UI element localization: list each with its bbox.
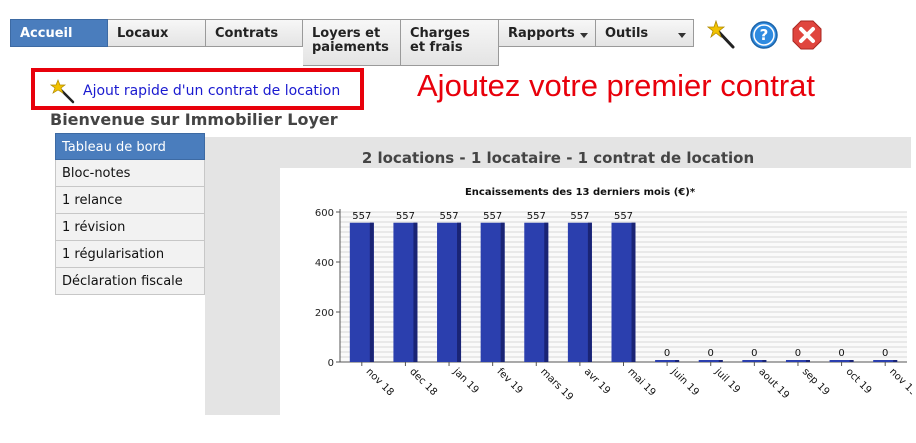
x-tick-label: dec 18	[407, 366, 439, 398]
chevron-down-icon	[678, 33, 686, 38]
x-tick-label: nov 18	[364, 366, 396, 398]
bar-value-label: 0	[664, 348, 670, 359]
bar-shade	[544, 222, 549, 362]
magic-wand-icon[interactable]	[707, 20, 737, 50]
bar-shade	[631, 222, 636, 362]
bar-value-label: 0	[795, 348, 801, 359]
bar-shade	[587, 222, 592, 362]
bar-value-label: 557	[439, 211, 458, 222]
bar-shade	[849, 360, 854, 362]
bar-shade	[762, 360, 767, 362]
x-tick-label: mars 19	[538, 366, 575, 403]
x-tick-label: juin 19	[668, 366, 701, 399]
bar-value-label: 0	[751, 348, 757, 359]
bar-value-label: 557	[352, 211, 371, 222]
bar-shade	[893, 360, 898, 362]
x-tick-label: mai 19	[625, 366, 657, 398]
help-icon[interactable]: ?	[749, 20, 779, 50]
bar-shade	[718, 360, 723, 362]
bar-value-label: 557	[396, 211, 415, 222]
x-tick-label: avr 19	[582, 366, 612, 396]
x-tick-label: aout 19	[756, 366, 791, 401]
chart-title: Encaissements des 13 derniers mois (€)*	[465, 187, 696, 198]
sidebar-item-declaration-fiscale[interactable]: Déclaration fiscale	[55, 268, 205, 295]
tab-accueil[interactable]: Accueil	[10, 19, 108, 47]
chevron-down-icon	[580, 33, 588, 38]
bar-value-label: 557	[527, 211, 546, 222]
bar-value-label: 557	[483, 211, 502, 222]
bar-shade	[413, 222, 418, 362]
page-title: Bienvenue sur Immobilier Loyer	[50, 110, 338, 129]
sidebar: Tableau de bord Bloc-notes 1 relance 1 r…	[55, 133, 205, 295]
x-tick-label: juil 19	[712, 366, 742, 396]
x-tick-label: fev 19	[495, 366, 525, 396]
bar-value-label: 0	[882, 348, 888, 359]
x-tick-label: nov 19	[887, 366, 912, 398]
tab-rapports[interactable]: Rapports	[499, 19, 596, 47]
sidebar-item-tableau-de-bord[interactable]: Tableau de bord	[55, 133, 205, 160]
encaissements-chart: Encaissements des 13 derniers mois (€)* 0…	[315, 187, 916, 403]
tab-contrats[interactable]: Contrats	[206, 19, 303, 47]
tab-outils-label: Outils	[605, 26, 649, 41]
x-tick-label: jan 19	[450, 366, 481, 397]
sidebar-item-regularisation[interactable]: 1 régularisation	[55, 241, 205, 268]
dashboard-panel: 2 locations - 1 locataire - 1 contrat de…	[205, 137, 916, 415]
bar-value-label: 557	[614, 211, 633, 222]
tab-outils[interactable]: Outils	[596, 19, 694, 47]
sidebar-item-relance[interactable]: 1 relance	[55, 187, 205, 214]
bar-shade	[457, 222, 462, 362]
quick-add-contract-link[interactable]: Ajout rapide d'un contrat de location	[83, 83, 340, 99]
y-tick-label: 600	[315, 208, 334, 219]
tab-loyers-paiements[interactable]: Loyers et paiements	[303, 19, 401, 66]
y-tick-label: 400	[315, 258, 334, 269]
bar-value-label: 0	[708, 348, 714, 359]
chart-container: Encaissements des 13 derniers mois (€)* 0…	[280, 168, 916, 415]
x-tick-label: sep 19	[800, 366, 832, 398]
tab-locaux[interactable]: Locaux	[108, 19, 206, 47]
callout-text: Ajoutez votre premier contrat	[417, 68, 816, 103]
bar-shade	[805, 360, 810, 362]
svg-text:?: ?	[760, 26, 769, 44]
y-tick-label: 200	[315, 308, 334, 319]
magic-wand-icon[interactable]	[50, 79, 76, 105]
bar-shade	[675, 360, 680, 362]
bar-value-label: 557	[570, 211, 589, 222]
y-tick-label: 0	[328, 358, 334, 369]
tab-charges-frais[interactable]: Charges et frais	[401, 19, 499, 66]
summary-title: 2 locations - 1 locataire - 1 contrat de…	[361, 149, 755, 167]
quick-add-box: Ajout rapide d'un contrat de location	[31, 68, 364, 110]
sidebar-item-bloc-notes[interactable]: Bloc-notes	[55, 160, 205, 187]
bar-shade	[369, 222, 374, 362]
x-tick-label: oct 19	[843, 366, 873, 396]
bar-shade	[500, 222, 505, 362]
main-nav: Accueil Locaux Contrats Loyers et paieme…	[10, 19, 694, 66]
close-icon[interactable]	[792, 20, 822, 50]
bar-value-label: 0	[838, 348, 844, 359]
sidebar-item-revision[interactable]: 1 révision	[55, 214, 205, 241]
tab-rapports-label: Rapports	[508, 26, 575, 41]
